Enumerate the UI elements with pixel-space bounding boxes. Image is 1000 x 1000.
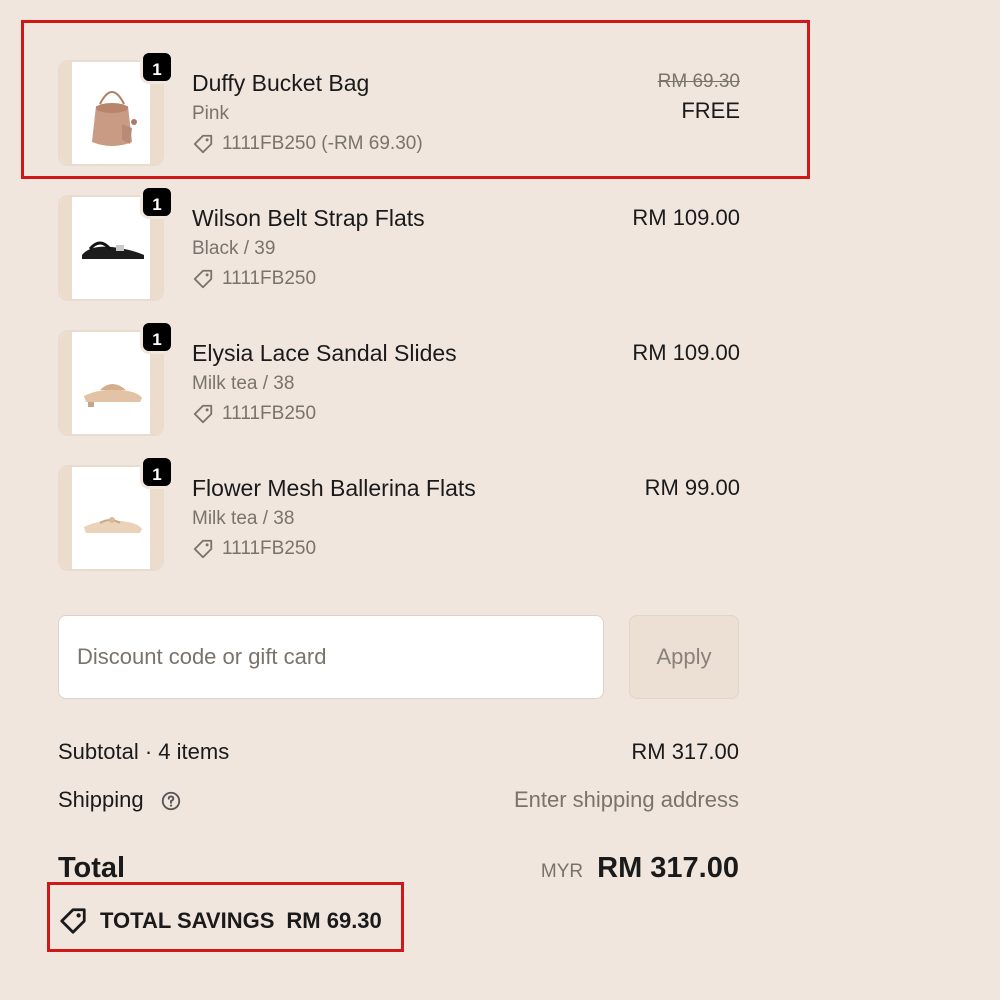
shipping-value: Enter shipping address bbox=[513, 787, 739, 812]
highlight-box-free-item bbox=[21, 20, 810, 179]
line-item: 1 Elysia Lace Sandal Slides Milk tea / 3… bbox=[58, 320, 740, 440]
line-item: 1 Flower Mesh Ballerina Flats Milk tea /… bbox=[58, 455, 740, 575]
help-circle-icon[interactable] bbox=[160, 790, 182, 812]
product-name: Flower Mesh Ballerina Flats bbox=[192, 475, 476, 501]
discount-code-line: 1111FB250 bbox=[192, 535, 476, 563]
highlight-box-savings bbox=[47, 882, 404, 952]
product-name: Elysia Lace Sandal Slides bbox=[192, 340, 457, 366]
item-price: RM 109.00 bbox=[632, 205, 740, 230]
total-label: Total bbox=[58, 852, 126, 884]
product-variant: Milk tea / 38 bbox=[192, 508, 295, 529]
tag-icon bbox=[193, 269, 213, 289]
total-amount: RM 317.00 bbox=[597, 852, 739, 884]
line-item: 1 Wilson Belt Strap Flats Black / 39 111… bbox=[58, 185, 740, 305]
item-price: RM 99.00 bbox=[644, 475, 740, 500]
total-amount-group: MYR RM 317.00 bbox=[541, 852, 739, 885]
discount-code-line: 1111FB250 bbox=[192, 265, 425, 293]
shipping-label: Shipping bbox=[58, 787, 144, 812]
item-price: RM 109.00 bbox=[632, 340, 740, 365]
product-variant: Milk tea / 38 bbox=[192, 373, 295, 394]
subtotal-row: Subtotal · 4 items RM 317.00 bbox=[58, 739, 739, 765]
product-variant: Black / 39 bbox=[192, 238, 276, 259]
currency-code: MYR bbox=[540, 861, 584, 882]
discount-code: 1111FB250 bbox=[222, 538, 317, 559]
discount-code-line: 1111FB250 bbox=[192, 400, 457, 428]
apply-button[interactable]: Apply bbox=[629, 615, 739, 699]
discount-code-input[interactable] bbox=[58, 615, 604, 699]
subtotal-label: Subtotal · 4 items bbox=[58, 739, 230, 764]
shipping-row: Shipping Enter shipping address bbox=[58, 787, 739, 813]
tag-icon bbox=[193, 539, 213, 559]
discount-code: 1111FB250 bbox=[222, 403, 317, 424]
product-name: Wilson Belt Strap Flats bbox=[192, 205, 425, 231]
quantity-badge: 1 bbox=[140, 455, 174, 489]
subtotal-value: RM 317.00 bbox=[631, 739, 739, 764]
discount-code: 1111FB250 bbox=[222, 268, 317, 289]
tag-icon bbox=[193, 404, 213, 424]
quantity-badge: 1 bbox=[140, 320, 174, 354]
quantity-badge: 1 bbox=[140, 185, 174, 219]
